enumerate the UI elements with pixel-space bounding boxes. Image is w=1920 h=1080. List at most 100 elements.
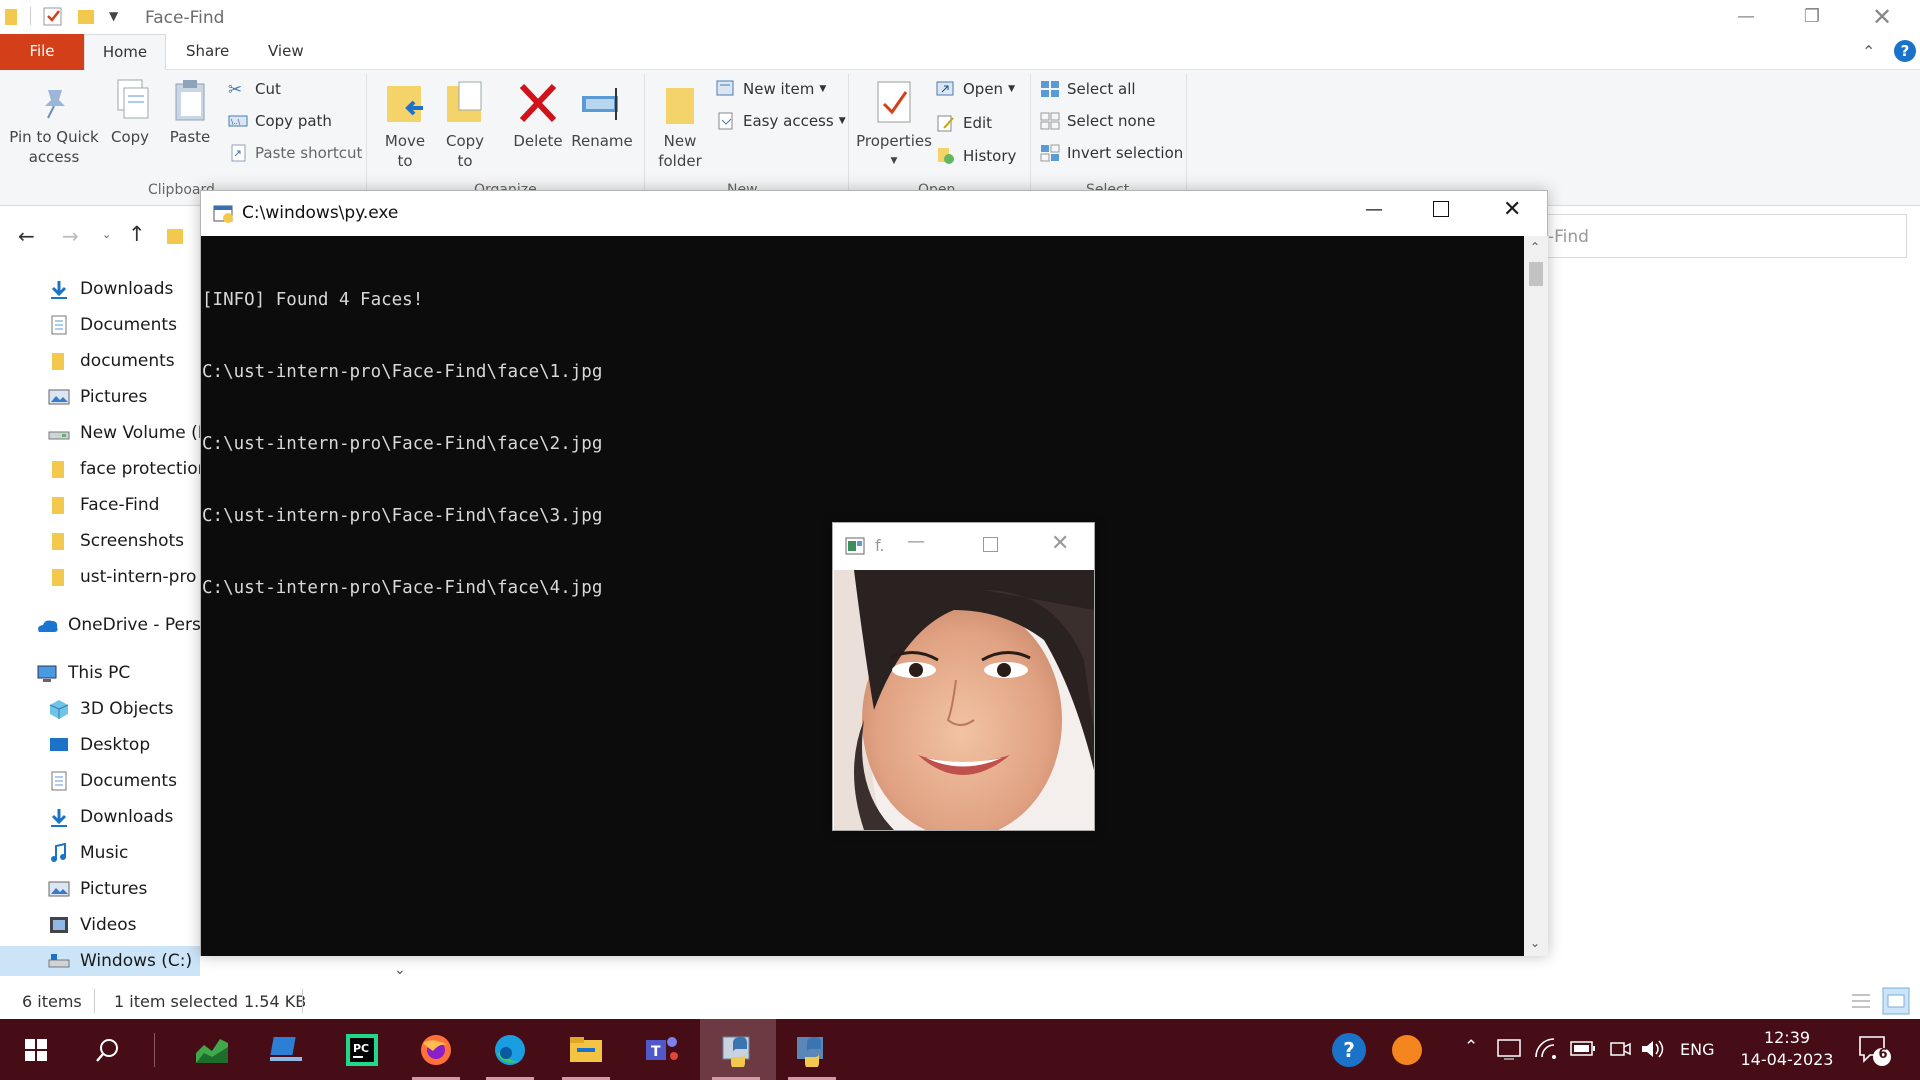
clock[interactable]: 12:39 14-04-2023	[1732, 1027, 1842, 1071]
rename-button[interactable]: Rename	[570, 80, 634, 151]
sidebar-item-label: Documents	[80, 771, 177, 791]
properties-label: Properties	[856, 132, 932, 150]
recent-locations-chevron-icon[interactable]: ⌄	[102, 228, 111, 241]
wifi-icon[interactable]	[1534, 1037, 1558, 1059]
help-icon[interactable]: ?	[1894, 40, 1916, 62]
forward-arrow-icon[interactable]: →	[62, 224, 79, 248]
new-folder-icon[interactable]	[77, 6, 97, 26]
delete-button[interactable]: Delete	[510, 80, 566, 151]
sidebar-item[interactable]: documents	[0, 346, 200, 376]
sidebar-item[interactable]: Downloads	[0, 802, 200, 832]
taskbar-app-laptop[interactable]	[250, 1019, 322, 1080]
sidebar-item[interactable]: Windows (C:)	[0, 946, 200, 976]
volume-icon[interactable]	[1640, 1037, 1666, 1061]
sidebar-item[interactable]: Face-Find	[0, 490, 200, 520]
sidebar-item[interactable]: Pictures	[0, 874, 200, 904]
history-button[interactable]: History	[936, 147, 1016, 165]
download-arrow-icon	[51, 281, 67, 299]
sidebar-item[interactable]: Screenshots	[0, 526, 200, 556]
notification-center-button[interactable]: 6	[1858, 1033, 1894, 1071]
select-all-button[interactable]: Select all	[1040, 80, 1136, 98]
properties-check-icon[interactable]	[43, 6, 63, 26]
paste-button[interactable]: Paste	[164, 78, 216, 147]
back-arrow-icon[interactable]: ←	[18, 224, 35, 248]
up-arrow-icon[interactable]: ↑	[128, 222, 146, 246]
copy-to-button[interactable]: Copy to	[440, 80, 490, 171]
taskbar-app-pycharm[interactable]: PC	[326, 1019, 398, 1080]
cut-button[interactable]: ✂ Cut	[228, 80, 281, 100]
orange-tray-icon[interactable]	[1392, 1035, 1422, 1065]
taskbar-app-python[interactable]	[776, 1019, 848, 1080]
scroll-up-chevron-icon[interactable]: ⌃	[1530, 240, 1540, 254]
sidebar-item[interactable]: 3D Objects	[0, 694, 200, 724]
sidebar-item[interactable]: Desktop	[0, 730, 200, 760]
minimize-button[interactable]: —	[1726, 4, 1766, 30]
taskbar-app-charts[interactable]	[176, 1019, 248, 1080]
copy-button[interactable]: Copy	[104, 78, 156, 147]
console-close-button[interactable]: ✕	[1503, 197, 1521, 222]
face-window-title-bar[interactable]: f. — ✕	[833, 523, 1094, 569]
easy-access-button[interactable]: Easy access ▼	[716, 112, 846, 130]
sidebar-item[interactable]: face protection	[0, 454, 200, 484]
move-to-button[interactable]: Move to	[380, 80, 430, 171]
edit-button[interactable]: Edit	[936, 114, 992, 132]
restore-button[interactable]: ❐	[1792, 4, 1832, 30]
sidebar-item[interactable]: Videos	[0, 910, 200, 940]
meet-now-icon[interactable]	[1608, 1037, 1632, 1061]
copy-path-label: Copy path	[255, 112, 332, 130]
taskbar-app-python-launcher[interactable]	[700, 1019, 776, 1080]
console-maximize-button[interactable]	[1433, 201, 1449, 217]
face-minimize-button[interactable]: —	[907, 531, 925, 552]
start-button[interactable]	[0, 1019, 72, 1080]
collapse-ribbon-chevron-icon[interactable]: ⌃	[1862, 42, 1875, 61]
sidebar-item[interactable]: Music	[0, 838, 200, 868]
new-folder-button[interactable]: New folder	[652, 80, 708, 171]
taskbar-app-file-explorer[interactable]	[550, 1019, 622, 1080]
scroll-thumb[interactable]	[1529, 262, 1543, 286]
console-title-bar[interactable]: C:\windows\py.exe — ✕	[201, 191, 1547, 236]
search-button[interactable]	[72, 1019, 144, 1080]
battery-icon[interactable]	[1570, 1041, 1596, 1057]
face-maximize-button[interactable]	[983, 537, 998, 552]
sidebar-item[interactable]: Downloads	[0, 274, 200, 304]
show-hidden-icons-chevron-icon[interactable]: ⌃	[1464, 1037, 1478, 1057]
sidebar-item[interactable]: Pictures	[0, 382, 200, 412]
search-icon	[96, 1038, 118, 1062]
sidebar-item[interactable]: New Volume (D	[0, 418, 200, 448]
details-view-icon[interactable]	[1850, 991, 1872, 1011]
tab-file[interactable]: File	[0, 34, 84, 70]
help-tray-icon[interactable]: ?	[1332, 1033, 1366, 1067]
taskbar-app-teams[interactable]: T	[626, 1019, 698, 1080]
taskbar-app-firefox[interactable]	[400, 1019, 472, 1080]
face-image-window[interactable]: f. — ✕	[832, 522, 1095, 831]
properties-button[interactable]: Properties ▼	[852, 80, 936, 171]
console-scrollbar[interactable]: ⌃ ⌄	[1524, 236, 1548, 956]
new-item-button[interactable]: New item ▼	[716, 80, 826, 98]
sidebar-item[interactable]: ust-intern-pro	[0, 562, 200, 592]
paste-shortcut-button[interactable]: Paste shortcut	[228, 144, 362, 162]
copy-path-button[interactable]: \..\ Copy path	[228, 112, 332, 130]
taskbar-app-edge[interactable]	[474, 1019, 546, 1080]
search-input[interactable]: -Find	[1545, 214, 1907, 258]
open-button[interactable]: Open ▼	[936, 80, 1015, 98]
sidebar-item[interactable]: OneDrive - Perso	[0, 610, 200, 640]
console-minimize-button[interactable]: —	[1365, 199, 1383, 220]
monitor-tray-icon[interactable]	[1496, 1037, 1522, 1061]
language-indicator[interactable]: ENG	[1680, 1040, 1714, 1059]
sidebar-item[interactable]: Documents	[0, 310, 200, 340]
tab-view[interactable]: View	[248, 34, 324, 70]
move-to-label: Move to	[384, 132, 426, 170]
sidebar-item[interactable]: This PC	[0, 658, 200, 688]
tab-home[interactable]: Home	[84, 34, 166, 71]
pin-to-quick-access-button[interactable]: Pin to Quick access	[8, 84, 100, 167]
nav-scroll-down-chevron-icon[interactable]: ⌄	[394, 962, 406, 978]
large-icons-view-icon[interactable]	[1882, 987, 1910, 1015]
close-button[interactable]: ✕	[1862, 4, 1902, 30]
sidebar-item[interactable]: Documents	[0, 766, 200, 796]
invert-selection-button[interactable]: Invert selection	[1040, 144, 1183, 162]
face-close-button[interactable]: ✕	[1051, 531, 1069, 556]
scroll-down-chevron-icon[interactable]: ⌄	[1530, 936, 1540, 950]
customize-toolbar-chevron-icon[interactable]: ▼	[109, 9, 118, 23]
select-none-button[interactable]: Select none	[1040, 112, 1155, 130]
tab-share[interactable]: Share	[166, 34, 249, 70]
